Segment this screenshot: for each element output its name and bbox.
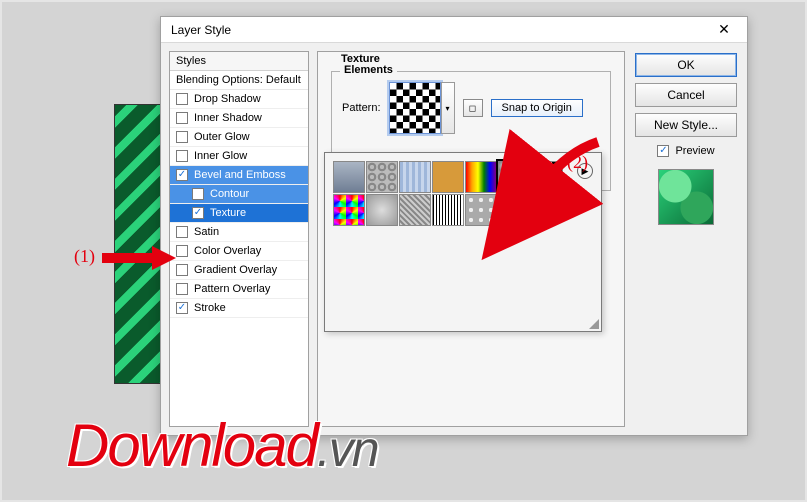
style-preview-swatch bbox=[658, 169, 714, 225]
dialog-buttons: OK Cancel New Style... Preview bbox=[633, 51, 739, 427]
style-label: Stroke bbox=[194, 302, 226, 314]
blending-options-item[interactable]: Blending Options: Default bbox=[170, 71, 308, 90]
pattern-thumb[interactable] bbox=[465, 161, 497, 193]
new-style-button[interactable]: New Style... bbox=[635, 113, 737, 137]
style-item-gradient-overlay[interactable]: Gradient Overlay bbox=[170, 261, 308, 280]
dialog-title: Layer Style bbox=[171, 23, 231, 37]
style-item-satin[interactable]: Satin bbox=[170, 223, 308, 242]
checkbox[interactable] bbox=[176, 150, 188, 162]
style-item-inner-shadow[interactable]: Inner Shadow bbox=[170, 109, 308, 128]
pattern-grid bbox=[333, 161, 567, 226]
checkbox[interactable] bbox=[657, 145, 669, 157]
watermark: Download.vn bbox=[66, 411, 378, 480]
ok-button[interactable]: OK bbox=[635, 53, 737, 77]
elements-group-label: Elements bbox=[340, 64, 397, 76]
annotation-arrow-1 bbox=[102, 246, 176, 268]
pattern-thumb[interactable] bbox=[333, 194, 365, 226]
style-label: Drop Shadow bbox=[194, 93, 261, 105]
style-label: Inner Shadow bbox=[194, 112, 262, 124]
preview-label: Preview bbox=[675, 145, 714, 157]
pattern-thumb[interactable] bbox=[366, 194, 398, 226]
style-item-outer-glow[interactable]: Outer Glow bbox=[170, 128, 308, 147]
pattern-thumb-selected[interactable] bbox=[498, 161, 530, 193]
checkbox[interactable] bbox=[176, 93, 188, 105]
checkbox[interactable] bbox=[176, 302, 188, 314]
checkbox[interactable] bbox=[192, 207, 204, 219]
pattern-thumb[interactable] bbox=[333, 161, 365, 193]
close-button[interactable]: ✕ bbox=[709, 20, 739, 40]
style-label: Pattern Overlay bbox=[194, 283, 270, 295]
pattern-thumb[interactable] bbox=[399, 161, 431, 193]
checkbox[interactable] bbox=[192, 188, 204, 200]
style-item-texture[interactable]: Texture bbox=[170, 204, 308, 223]
style-item-pattern-overlay[interactable]: Pattern Overlay bbox=[170, 280, 308, 299]
pattern-swatch[interactable] bbox=[389, 82, 441, 134]
checkbox[interactable] bbox=[176, 245, 188, 257]
style-item-inner-glow[interactable]: Inner Glow bbox=[170, 147, 308, 166]
pattern-thumb[interactable] bbox=[432, 161, 464, 193]
style-label: Satin bbox=[194, 226, 219, 238]
watermark-suffix: .vn bbox=[317, 421, 378, 477]
styles-panel: Styles Blending Options: Default Drop Sh… bbox=[169, 51, 309, 427]
checkbox[interactable] bbox=[176, 264, 188, 276]
style-label: Inner Glow bbox=[194, 150, 247, 162]
checkbox[interactable] bbox=[176, 131, 188, 143]
style-label: Outer Glow bbox=[194, 131, 250, 143]
new-preset-icon: ◻ bbox=[469, 103, 476, 114]
style-label: Contour bbox=[210, 188, 249, 200]
style-label: Color Overlay bbox=[194, 245, 261, 257]
style-item-color-overlay[interactable]: Color Overlay bbox=[170, 242, 308, 261]
checkbox[interactable] bbox=[176, 112, 188, 124]
close-icon: ✕ bbox=[718, 21, 730, 38]
preview-toggle[interactable]: Preview bbox=[635, 145, 737, 157]
create-preset-button[interactable]: ◻ bbox=[463, 99, 483, 117]
snap-to-origin-button[interactable]: Snap to Origin bbox=[491, 99, 583, 117]
pattern-label: Pattern: bbox=[342, 102, 381, 114]
resize-grip-icon[interactable] bbox=[589, 319, 599, 329]
style-item-stroke[interactable]: Stroke bbox=[170, 299, 308, 318]
checkbox[interactable] bbox=[176, 226, 188, 238]
styles-header[interactable]: Styles bbox=[170, 52, 308, 71]
annotation-1-label: (1) bbox=[74, 246, 95, 267]
style-item-bevel-emboss[interactable]: Bevel and Emboss bbox=[170, 166, 308, 185]
titlebar: Layer Style ✕ bbox=[161, 17, 747, 43]
checkbox[interactable] bbox=[176, 169, 188, 181]
style-label: Gradient Overlay bbox=[194, 264, 277, 276]
pattern-thumb[interactable] bbox=[366, 161, 398, 193]
chevron-down-icon: ▾ bbox=[446, 104, 450, 113]
annotation-2-label: (2) bbox=[567, 152, 588, 173]
style-label: Texture bbox=[210, 207, 246, 219]
cancel-button[interactable]: Cancel bbox=[635, 83, 737, 107]
style-item-contour[interactable]: Contour bbox=[170, 185, 308, 204]
settings-panel: Texture Elements Pattern: ▾ bbox=[317, 51, 625, 427]
layer-style-dialog: Layer Style ✕ Styles Blending Options: D… bbox=[160, 16, 748, 436]
pattern-thumb[interactable] bbox=[465, 194, 497, 226]
pattern-dropdown-arrow[interactable]: ▾ bbox=[441, 82, 455, 134]
style-item-drop-shadow[interactable]: Drop Shadow bbox=[170, 90, 308, 109]
style-label: Bevel and Emboss bbox=[194, 169, 286, 181]
pattern-thumb[interactable] bbox=[432, 194, 464, 226]
watermark-main: Download bbox=[66, 412, 317, 479]
checkbox[interactable] bbox=[176, 283, 188, 295]
pattern-thumb[interactable] bbox=[399, 194, 431, 226]
